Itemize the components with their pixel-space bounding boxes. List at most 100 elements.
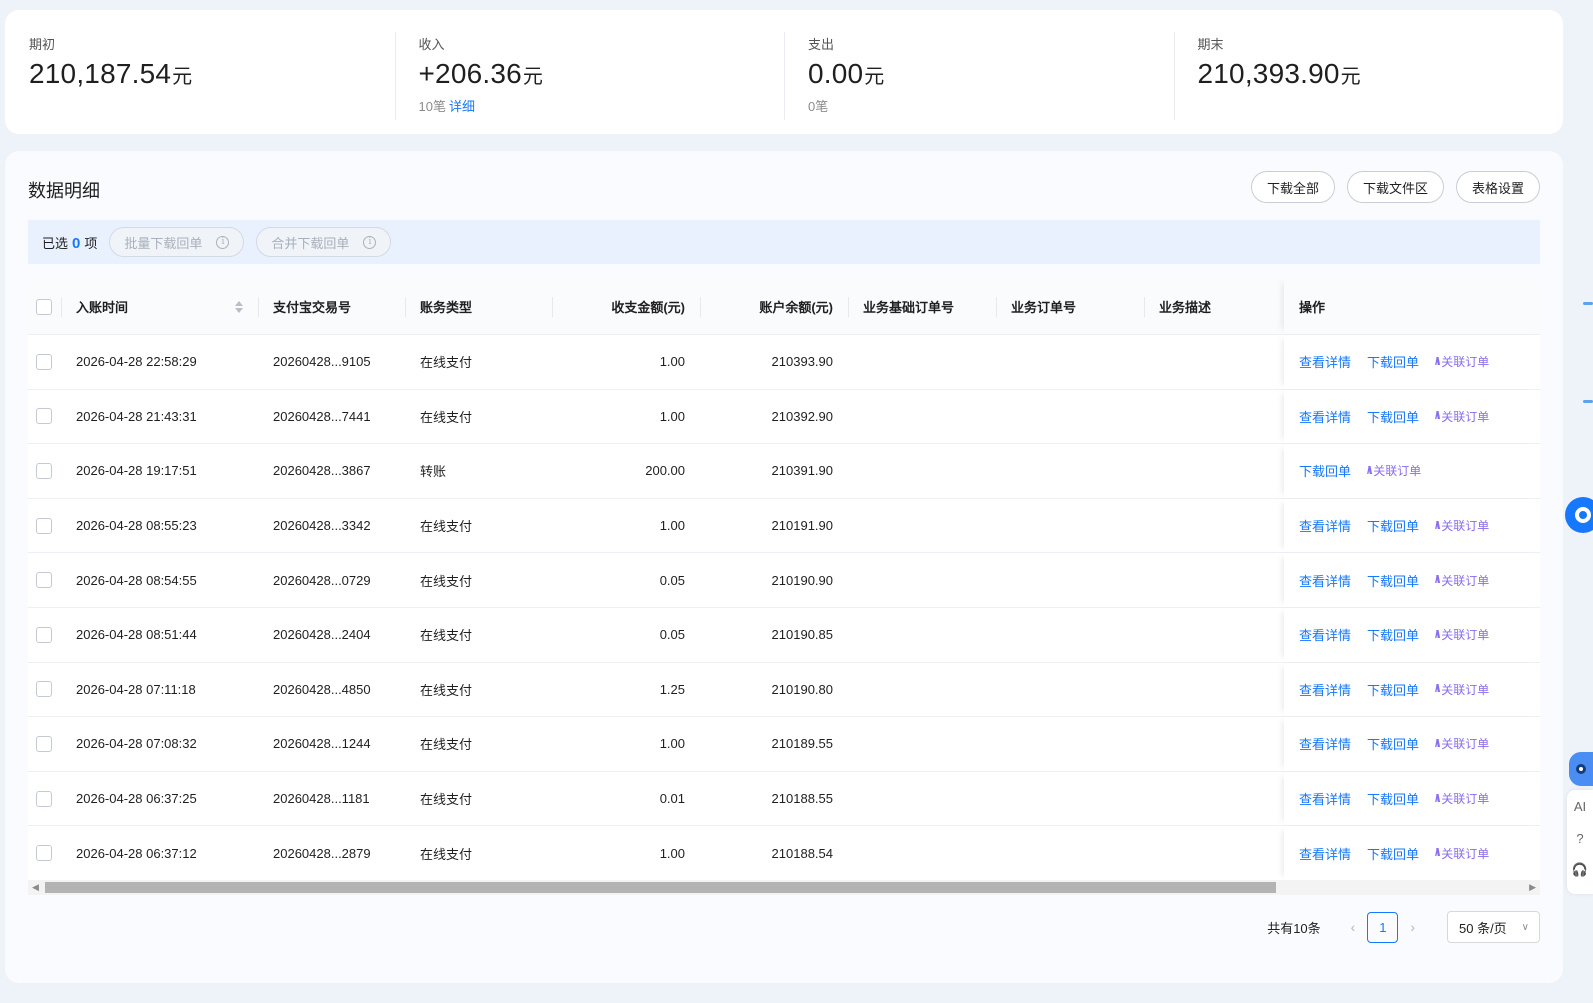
link-order-button[interactable]: /\\ 关联订单 (1435, 626, 1489, 643)
stat-unit: 元 (1340, 66, 1361, 88)
side-indicator (1583, 302, 1593, 305)
cell-type: 在线支付 (420, 628, 473, 644)
download-receipt-link[interactable]: 下载回单 (1299, 461, 1351, 480)
download-receipt-link[interactable]: 下载回单 (1367, 789, 1419, 808)
scrollbar-thumb[interactable] (45, 882, 1276, 893)
row-checkbox[interactable] (36, 845, 52, 862)
merge-download-button[interactable]: 合并下载回单 i (256, 227, 392, 257)
link-order-button[interactable]: /\\ 关联订单 (1435, 681, 1489, 698)
view-details-link[interactable]: 查看详情 (1299, 789, 1351, 808)
row-checkbox[interactable] (36, 353, 52, 370)
ai-sparkle-icon: /\\ (1435, 628, 1440, 641)
view-details-link[interactable]: 查看详情 (1299, 844, 1351, 863)
chevron-down-icon: ∨ (1521, 921, 1529, 933)
horizontal-scrollbar[interactable]: ◀ ▶ (28, 880, 1540, 895)
row-checkbox[interactable] (36, 735, 52, 752)
cell-actions: 下载回单 /\\ 关联订单 (1284, 444, 1540, 498)
cell-amount: 1.00 (659, 736, 685, 752)
table-row: 2026-04-28 07:08:32 20260428...1244 在线支付… (28, 717, 1540, 772)
header-time[interactable]: 入账时间 (61, 279, 258, 334)
row-checkbox[interactable] (36, 408, 52, 425)
row-checkbox[interactable] (36, 790, 52, 807)
headset-icon[interactable]: 🎧 (1567, 854, 1593, 886)
ai-sparkle-icon: /\\ (1435, 683, 1440, 696)
view-details-link[interactable]: 查看详情 (1299, 734, 1351, 753)
cell-trade-id: 20260428...1244 (273, 736, 371, 752)
selection-suffix: 项 (84, 235, 98, 251)
assistant-float-button[interactable] (1565, 497, 1593, 533)
stat-unit: 元 (172, 66, 193, 88)
chevron-right-icon[interactable]: › (1410, 919, 1415, 935)
stat-count: 0笔 (808, 99, 829, 114)
table-settings-button[interactable]: 表格设置 (1455, 171, 1540, 203)
cell-actions: 查看详情 下载回单 /\\ 关联订单 (1284, 335, 1540, 389)
row-checkbox[interactable] (36, 572, 52, 589)
view-details-link[interactable]: 查看详情 (1299, 352, 1351, 371)
link-order-button[interactable]: /\\ 关联订单 (1435, 845, 1489, 862)
scroll-left-icon[interactable]: ◀ (32, 882, 39, 893)
stat-value: 0.00元 (808, 58, 1174, 90)
view-details-link[interactable]: 查看详情 (1299, 680, 1351, 699)
page-number[interactable]: 1 (1367, 911, 1399, 943)
cell-balance: 210190.90 (771, 572, 833, 588)
download-receipt-link[interactable]: 下载回单 (1367, 407, 1419, 426)
chevron-left-icon[interactable]: ‹ (1351, 919, 1356, 935)
info-icon[interactable]: i (216, 235, 230, 249)
row-checkbox[interactable] (36, 462, 52, 479)
cell-description (1144, 772, 1284, 826)
link-order-button[interactable]: /\\ 关联订单 (1435, 353, 1489, 370)
row-checkbox[interactable] (36, 626, 52, 643)
ai-button[interactable]: AI (1567, 790, 1593, 822)
download-all-button[interactable]: 下载全部 (1250, 171, 1335, 203)
link-order-button[interactable]: /\\ 关联订单 (1435, 572, 1489, 589)
header-type: 账务类型 (405, 279, 552, 334)
link-order-button[interactable]: /\\ 关联订单 (1435, 790, 1489, 807)
cell-base-order (848, 335, 996, 389)
download-receipt-link[interactable]: 下载回单 (1367, 680, 1419, 699)
download-receipt-link[interactable]: 下载回单 (1367, 571, 1419, 590)
page-size-select[interactable]: 50 条/页 ∨ (1447, 911, 1540, 943)
download-receipt-link[interactable]: 下载回单 (1367, 844, 1419, 863)
view-details-link[interactable]: 查看详情 (1299, 571, 1351, 590)
view-details-link[interactable]: 查看详情 (1299, 407, 1351, 426)
cell-trade-id: 20260428...4850 (273, 681, 371, 697)
cell-actions: 查看详情 下载回单 /\\ 关联订单 (1284, 607, 1540, 662)
download-receipt-link[interactable]: 下载回单 (1367, 352, 1419, 371)
income-detail-link[interactable]: 详细 (449, 99, 475, 114)
batch-download-button[interactable]: 批量下载回单 i (109, 227, 245, 257)
cell-order (996, 390, 1144, 444)
link-order-label: 关联订单 (1441, 846, 1490, 861)
row-checkbox-cell (28, 717, 61, 771)
download-receipt-link[interactable]: 下载回单 (1367, 516, 1419, 535)
selection-count: 0 (72, 234, 81, 252)
view-details-link[interactable]: 查看详情 (1299, 625, 1351, 644)
download-files-button[interactable]: 下载文件区 (1346, 171, 1444, 203)
cell-type: 转账 (420, 464, 447, 480)
select-all-checkbox[interactable] (36, 298, 52, 315)
cell-base-order (848, 553, 996, 607)
ai-sparkle-icon: /\\ (1435, 847, 1440, 860)
stat-label: 期初 (29, 37, 56, 52)
link-order-button[interactable]: /\\ 关联订单 (1367, 462, 1421, 479)
table-row: 2026-04-28 07:11:18 20260428...4850 在线支付… (28, 662, 1540, 718)
cell-base-order (848, 608, 996, 662)
sort-icon[interactable] (235, 300, 243, 313)
download-receipt-link[interactable]: 下载回单 (1367, 625, 1419, 644)
help-icon[interactable]: ? (1567, 822, 1593, 854)
view-details-link[interactable]: 查看详情 (1299, 516, 1351, 535)
download-receipt-link[interactable]: 下载回单 (1367, 734, 1419, 753)
stat-sub: 10笔 详细 (419, 96, 785, 115)
cell-actions: 查看详情 下载回单 /\\ 关联订单 (1284, 662, 1540, 717)
scroll-right-icon[interactable]: ▶ (1529, 882, 1536, 893)
header-description: 业务描述 (1144, 279, 1284, 334)
link-order-button[interactable]: /\\ 关联订单 (1435, 517, 1489, 534)
row-checkbox[interactable] (36, 681, 52, 698)
header-checkbox-cell (28, 279, 61, 334)
header-actions: 操作 (1284, 279, 1540, 334)
assistant-bot-icon[interactable] (1569, 752, 1593, 786)
row-checkbox[interactable] (36, 517, 52, 534)
link-order-button[interactable]: /\\ 关联订单 (1435, 408, 1489, 425)
row-checkbox-cell (28, 772, 61, 826)
link-order-button[interactable]: /\\ 关联订单 (1435, 735, 1489, 752)
info-icon[interactable]: i (363, 235, 377, 249)
